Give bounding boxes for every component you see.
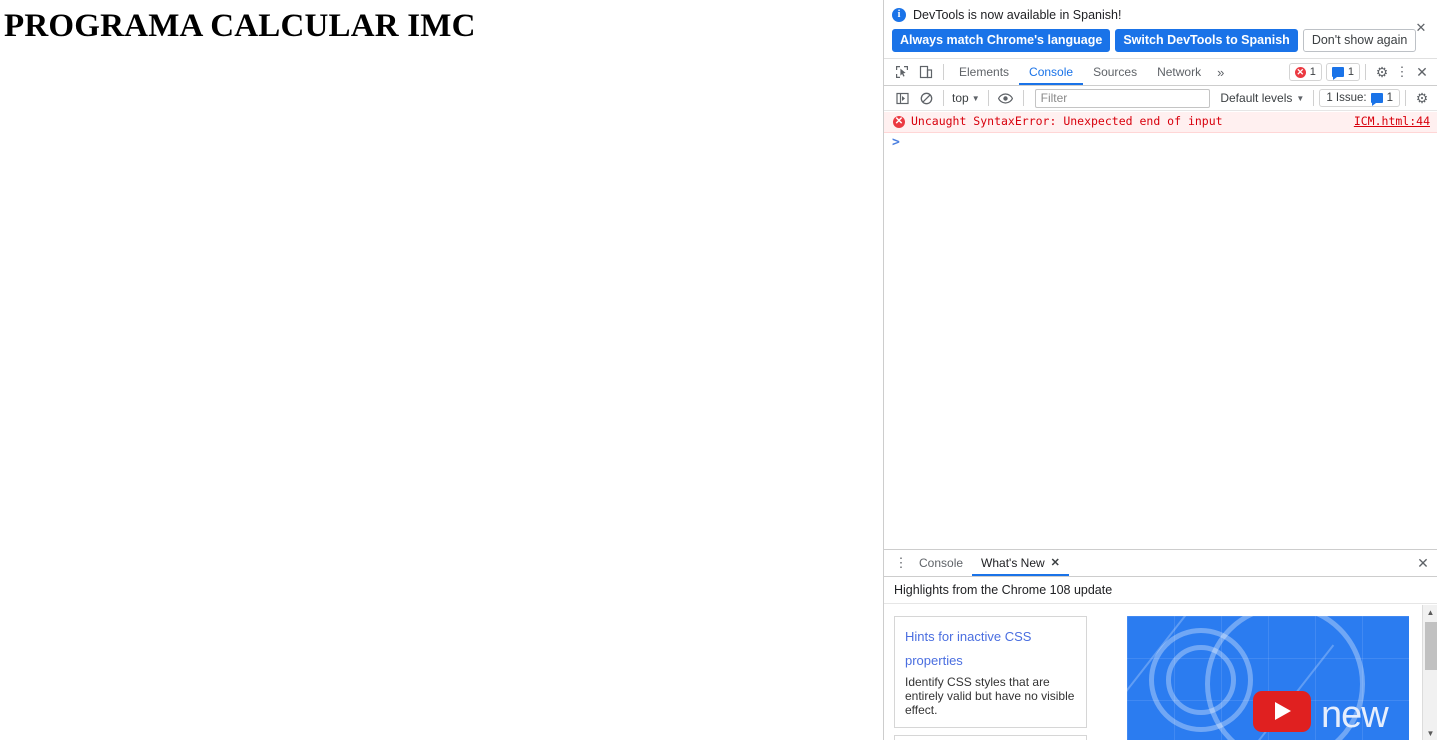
console-error-source-link[interactable]: ICM.html:44 (1354, 114, 1430, 129)
always-match-chrome-language-button[interactable]: Always match Chrome's language (892, 29, 1111, 52)
console-filter-bar: top ▼ Default levels ▼ 1 Issue: 1 ⚙ (884, 86, 1437, 111)
filter-divider-1 (943, 90, 944, 106)
drawer-close-icon[interactable]: ✕ (1412, 555, 1434, 572)
toolbar-divider-2 (1365, 64, 1366, 80)
banner-buttons-row: Always match Chrome's language Switch De… (892, 29, 1429, 52)
clear-console-icon[interactable] (914, 87, 938, 109)
issues-message-icon (1331, 67, 1344, 80)
whats-new-heading: Highlights from the Chrome 108 update (884, 577, 1437, 604)
filter-divider-5 (1405, 90, 1406, 106)
scroll-down-arrow-icon[interactable]: ▼ (1423, 726, 1437, 740)
info-icon: i (892, 8, 906, 22)
drawer-tab-whats-new-label: What's New (981, 556, 1045, 570)
drawer-tab-bar: ⋮ Console What's New ✕ ✕ (884, 550, 1437, 577)
dont-show-again-button[interactable]: Don't show again (1302, 29, 1417, 52)
devtools-close-icon[interactable]: ✕ (1411, 64, 1433, 81)
drawer-tab-console-label: Console (919, 556, 964, 570)
web-page-viewport: PROGRAMA CALCULAR IMC (0, 0, 883, 740)
devtools-main-toolbar: Elements Console Sources Network » ✕ 1 1… (884, 59, 1437, 86)
console-prompt-caret-icon: > (892, 134, 900, 150)
banner-message-row: i DevTools is now available in Spanish! (892, 4, 1429, 26)
whats-new-content: Hints for inactive CSS properties Identi… (884, 604, 1437, 740)
console-context-value: top (952, 91, 969, 105)
issues-counter-pill[interactable]: 1 Issue: 1 (1319, 89, 1400, 107)
whats-new-card-description: Identify CSS styles that are entirely va… (905, 675, 1075, 717)
console-filter-input[interactable] (1034, 88, 1211, 108)
chevron-down-icon: ▼ (971, 93, 980, 103)
kebab-menu-icon[interactable]: ⋮ (1393, 65, 1411, 78)
more-tabs-chevron-icon[interactable]: » (1211, 65, 1230, 80)
console-prompt-row[interactable]: > (884, 133, 1437, 151)
error-icon: ✕ (893, 116, 905, 128)
tab-sources[interactable]: Sources (1083, 59, 1147, 85)
whats-new-card[interactable]: Auto-detect XPath and text (894, 735, 1087, 740)
banner-close-icon[interactable]: ✕ (1413, 20, 1429, 36)
banner-message: DevTools is now available in Spanish! (913, 8, 1122, 22)
tab-elements[interactable]: Elements (949, 59, 1019, 85)
toolbar-divider (943, 64, 944, 80)
scroll-up-arrow-icon[interactable]: ▲ (1423, 605, 1437, 620)
message-count: 1 (1347, 66, 1354, 78)
chevron-down-icon: ▼ (1296, 93, 1305, 103)
device-toolbar-icon[interactable] (914, 61, 938, 83)
devtools-language-banner: i DevTools is now available in Spanish! … (884, 0, 1437, 59)
youtube-play-icon[interactable] (1253, 691, 1311, 732)
console-error-message[interactable]: ✕ Uncaught SyntaxError: Unexpected end o… (884, 112, 1437, 133)
switch-devtools-to-spanish-button[interactable]: Switch DevTools to Spanish (1115, 29, 1298, 52)
filter-divider-4 (1313, 90, 1315, 106)
console-sidebar-toggle-icon[interactable] (890, 87, 914, 109)
log-levels-value: Default levels (1220, 91, 1293, 105)
inspect-element-icon[interactable] (890, 61, 914, 83)
whats-new-scrollbar[interactable]: ▲ ▼ (1422, 605, 1437, 740)
scrollbar-thumb[interactable] (1425, 622, 1437, 670)
tab-console[interactable]: Console (1019, 59, 1083, 85)
eye-icon[interactable] (994, 87, 1018, 109)
console-error-text: Uncaught SyntaxError: Unexpected end of … (911, 114, 1223, 128)
page-title: PROGRAMA CALCULAR IMC (4, 8, 476, 44)
filter-divider-2 (987, 90, 989, 106)
error-count-badge[interactable]: ✕ 1 (1288, 63, 1322, 81)
console-log-levels-selector[interactable]: Default levels ▼ (1216, 91, 1308, 105)
issues-label: 1 Issue: (1326, 92, 1367, 104)
issues-message-icon (1370, 93, 1383, 106)
message-count-badge[interactable]: 1 (1325, 63, 1360, 81)
drawer-tab-whats-new[interactable]: What's New ✕ (972, 550, 1069, 576)
console-context-selector[interactable]: top ▼ (949, 91, 983, 105)
console-output-area: ✕ Uncaught SyntaxError: Unexpected end o… (884, 112, 1437, 549)
close-icon[interactable]: ✕ (1051, 550, 1060, 576)
gear-icon[interactable]: ⚙ (1371, 64, 1393, 81)
devtools-drawer: ⋮ Console What's New ✕ ✕ Highlights from… (884, 549, 1437, 740)
filter-divider-3 (1022, 90, 1024, 106)
error-count: 1 (1309, 66, 1316, 78)
video-caption: new (1321, 694, 1389, 736)
drawer-kebab-menu-icon[interactable]: ⋮ (892, 556, 910, 569)
console-settings-gear-icon[interactable]: ⚙ (1411, 90, 1433, 107)
error-icon: ✕ (1294, 66, 1306, 78)
whats-new-card[interactable]: Hints for inactive CSS properties Identi… (894, 616, 1087, 728)
whats-new-card-column: Hints for inactive CSS properties Identi… (894, 616, 1087, 740)
issues-count: 1 (1386, 92, 1393, 104)
whats-new-card-title[interactable]: Hints for inactive CSS properties (905, 625, 1076, 673)
devtools-panel: i DevTools is now available in Spanish! … (883, 0, 1437, 740)
tab-network[interactable]: Network (1147, 59, 1211, 85)
drawer-tab-console[interactable]: Console (910, 550, 972, 576)
whats-new-video-thumbnail[interactable]: new (1127, 616, 1409, 740)
